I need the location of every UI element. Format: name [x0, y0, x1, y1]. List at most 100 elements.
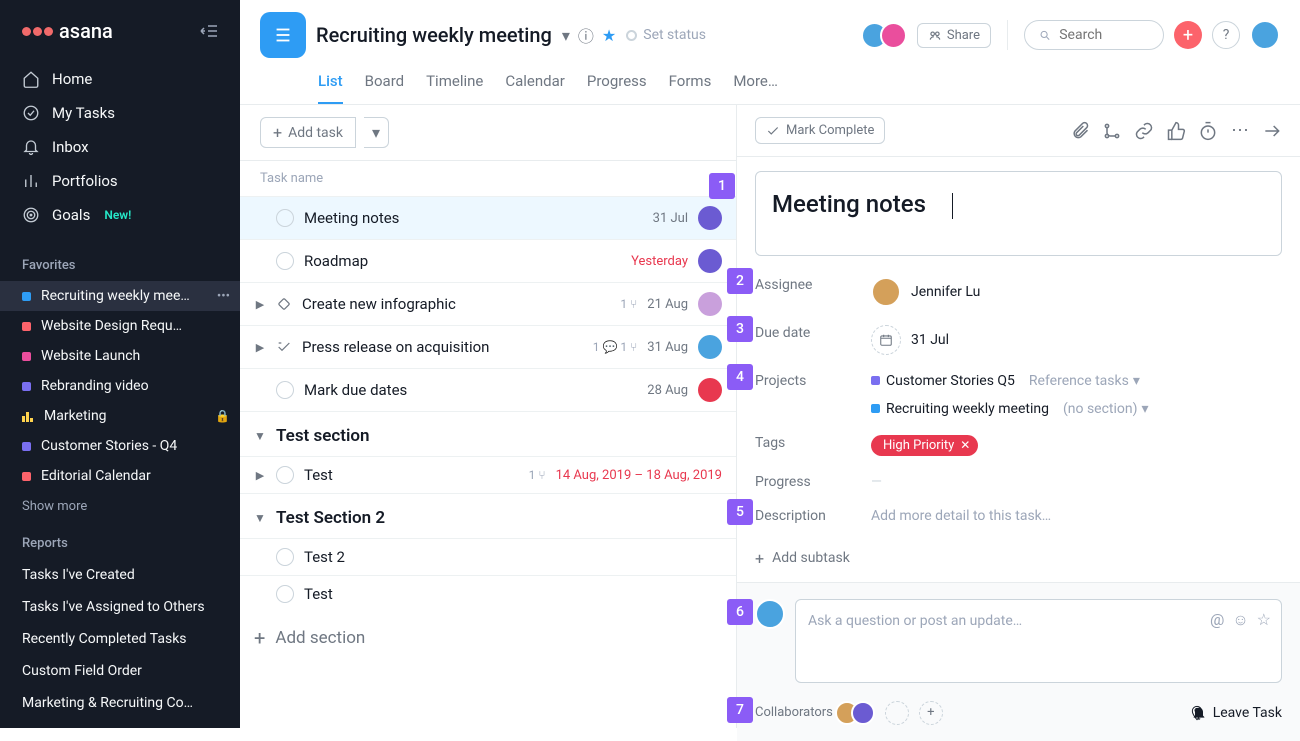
project-section-dropdown[interactable]: Reference tasks ▾: [1029, 373, 1140, 389]
tab-calendar[interactable]: Calendar: [505, 64, 565, 104]
add-task-button[interactable]: + Add task: [260, 117, 356, 148]
task-row[interactable]: ▶Press release on acquisition1 💬 1 ⑂31 A…: [240, 325, 736, 368]
complete-checkbox[interactable]: [276, 381, 294, 399]
complete-checkbox[interactable]: [276, 548, 294, 566]
complete-checkbox[interactable]: [276, 209, 294, 227]
task-row[interactable]: Test 2: [240, 538, 736, 575]
tab-board[interactable]: Board: [365, 64, 404, 104]
star-icon[interactable]: ☆: [1257, 610, 1271, 630]
nav-my-tasks[interactable]: My Tasks: [0, 96, 240, 130]
report-item[interactable]: Recently Completed Tasks: [0, 623, 240, 655]
task-row[interactable]: ▶Test1 ⑂14 Aug, 2019 – 18 Aug, 2019: [240, 456, 736, 493]
report-item[interactable]: Tasks I've Created: [0, 559, 240, 591]
nav-home[interactable]: Home: [0, 62, 240, 96]
task-meta: 1 ⑂: [620, 297, 637, 311]
tab-forms[interactable]: Forms: [669, 64, 712, 104]
info-icon[interactable]: ⓘ: [578, 23, 594, 47]
project-chip[interactable]: Customer Stories Q5: [871, 373, 1015, 389]
search-input[interactable]: [1024, 20, 1164, 50]
set-status[interactable]: Set status: [626, 27, 706, 43]
due-date-value[interactable]: 31 Jul: [871, 325, 1282, 355]
star-icon[interactable]: ★: [602, 26, 616, 45]
more-icon[interactable]: •••: [217, 289, 230, 304]
sidebar-collapse-icon[interactable]: [196, 18, 222, 44]
favorite-item[interactable]: Editorial Calendar: [0, 461, 240, 491]
task-row[interactable]: ▶Create new infographic1 ⑂21 Aug: [240, 282, 736, 325]
favorite-item[interactable]: Marketing🔒: [0, 401, 240, 431]
subtasks-icon[interactable]: [1102, 121, 1122, 141]
help-button[interactable]: ?: [1212, 21, 1240, 49]
share-button[interactable]: Share: [917, 23, 991, 48]
assignee-avatar[interactable]: [698, 378, 722, 402]
chevron-down-icon[interactable]: ▾: [562, 26, 570, 45]
mark-complete-button[interactable]: Mark Complete: [755, 117, 885, 144]
task-row[interactable]: Meeting notes31 Jul: [240, 196, 736, 239]
add-task-dropdown[interactable]: ▾: [364, 117, 389, 148]
attachment-icon[interactable]: [1070, 121, 1090, 141]
tab-progress[interactable]: Progress: [587, 64, 647, 104]
assignee-avatar[interactable]: [698, 206, 722, 230]
task-row[interactable]: Mark due dates28 Aug: [240, 368, 736, 411]
complete-checkbox[interactable]: [276, 466, 294, 484]
more-icon[interactable]: ⋯: [1230, 121, 1250, 141]
assignee-avatar[interactable]: [698, 292, 722, 316]
emoji-icon[interactable]: ☺: [1232, 610, 1248, 630]
progress-value[interactable]: —: [871, 474, 882, 490]
tab-timeline[interactable]: Timeline: [426, 64, 483, 104]
add-collaborator-button[interactable]: +: [919, 701, 943, 725]
project-chip[interactable]: Recruiting weekly meeting: [871, 401, 1049, 417]
description-input[interactable]: Add more detail to this task…: [871, 508, 1282, 524]
field-label-projects: Projects: [755, 373, 855, 389]
expand-icon[interactable]: ▶: [254, 469, 266, 482]
project-members[interactable]: [869, 22, 907, 49]
leave-task-button[interactable]: Leave Task: [1189, 705, 1282, 721]
current-user-avatar: [755, 599, 785, 629]
expand-icon[interactable]: ▶: [254, 341, 266, 354]
task-row[interactable]: RoadmapYesterday: [240, 239, 736, 282]
profile-avatar[interactable]: [1250, 20, 1280, 50]
expand-icon[interactable]: ▶: [254, 298, 266, 311]
project-color-dot: [22, 322, 31, 331]
show-more[interactable]: Show more: [0, 491, 240, 522]
task-row[interactable]: Test: [240, 575, 736, 612]
assignee-avatar[interactable]: [698, 249, 722, 273]
section-header[interactable]: ▼ Test Section 2: [240, 493, 736, 538]
favorite-item[interactable]: Website Launch: [0, 341, 240, 371]
report-item[interactable]: Tasks I've Assigned to Others: [0, 591, 240, 623]
global-add-button[interactable]: +: [1174, 21, 1202, 49]
section-header[interactable]: ▼ Test section: [240, 411, 736, 456]
add-subtask-button[interactable]: + Add subtask: [737, 545, 1300, 582]
nav-inbox[interactable]: Inbox: [0, 130, 240, 164]
mention-icon[interactable]: @: [1210, 610, 1224, 630]
task-title-input[interactable]: Meeting notes: [755, 171, 1282, 256]
favorite-item[interactable]: Rebranding video: [0, 371, 240, 401]
favorite-item[interactable]: Customer Stories - Q4: [0, 431, 240, 461]
project-list-icon[interactable]: [260, 12, 306, 58]
assignee-avatar[interactable]: [698, 335, 722, 359]
link-icon[interactable]: [1134, 121, 1154, 141]
comment-input[interactable]: Ask a question or post an update… @ ☺ ☆: [795, 599, 1282, 683]
logo[interactable]: asana: [22, 19, 113, 43]
timer-icon[interactable]: [1198, 121, 1218, 141]
collaborator-placeholder: [885, 701, 909, 725]
project-section-dropdown[interactable]: (no section) ▾: [1063, 401, 1149, 417]
report-item[interactable]: Marketing & Recruiting Co…: [0, 687, 240, 719]
close-panel-icon[interactable]: [1262, 121, 1282, 141]
tab-more[interactable]: More…: [733, 64, 778, 104]
like-icon[interactable]: [1166, 121, 1186, 141]
favorite-item[interactable]: Recruiting weekly mee…•••: [0, 281, 240, 311]
new-badge: New!: [104, 208, 131, 222]
nav-portfolios[interactable]: Portfolios: [0, 164, 240, 198]
field-label-tags: Tags: [755, 435, 855, 451]
favorite-item[interactable]: Website Design Requ…: [0, 311, 240, 341]
add-section-button[interactable]: + Add section: [240, 612, 736, 664]
complete-checkbox[interactable]: [276, 252, 294, 270]
nav-goals[interactable]: GoalsNew!: [0, 198, 240, 232]
tab-list[interactable]: List: [318, 64, 343, 104]
report-item[interactable]: Custom Field Order: [0, 655, 240, 687]
complete-checkbox[interactable]: [276, 585, 294, 603]
due-date: 31 Aug: [647, 340, 688, 355]
assignee-value[interactable]: Jennifer Lu: [871, 277, 1282, 307]
tag-high-priority[interactable]: High Priority ✕: [871, 435, 978, 456]
tag-remove-icon[interactable]: ✕: [960, 438, 970, 452]
